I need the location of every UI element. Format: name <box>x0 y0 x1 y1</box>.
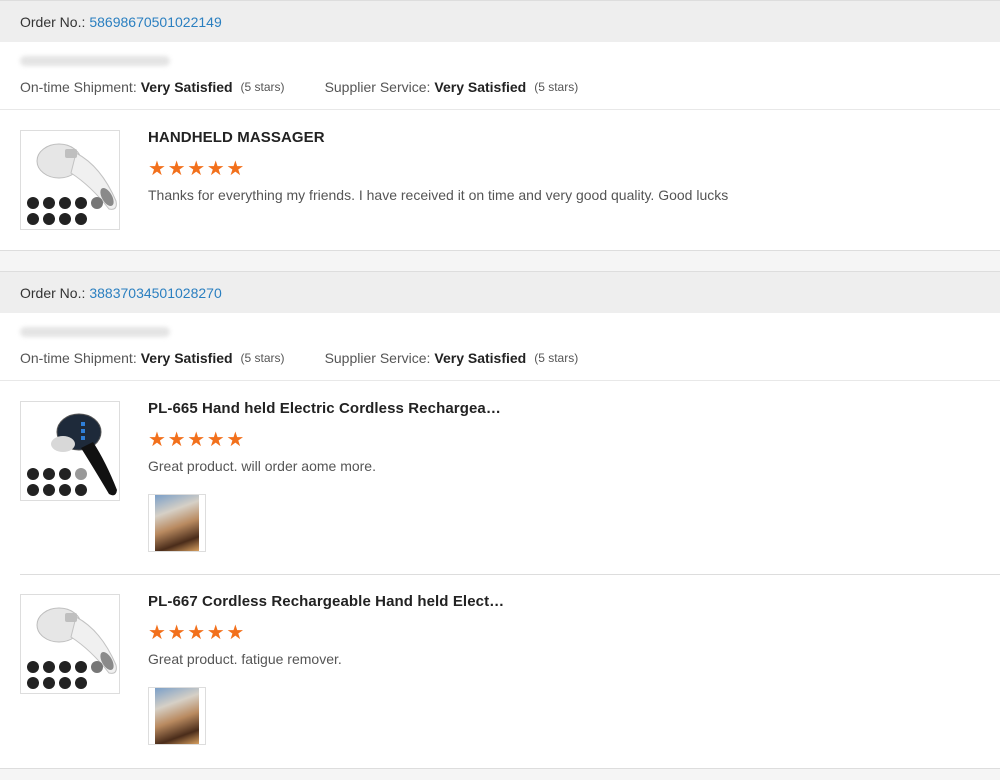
review-body: PL-665 Hand held Electric Cordless Recha… <box>148 401 501 574</box>
star-rating: ★ ★ ★ ★ ★ <box>148 429 501 451</box>
photo-image <box>155 688 199 744</box>
review-comment: Great product. will order aome more. <box>148 458 376 474</box>
black-massager-icon <box>27 413 117 496</box>
star-icon: ★ <box>187 158 206 180</box>
review-item: HANDHELD MASSAGER ★ ★ ★ ★ ★ Thanks for every… <box>0 110 1000 250</box>
review-item: PL-667 Cordless Rechargeable Hand held E… <box>0 574 1000 768</box>
product-title[interactable]: PL-665 Hand held Electric Cordless Recha… <box>148 401 501 421</box>
service-rating: Supplier Service: Very Satisfied (5 star… <box>325 350 579 366</box>
star-icon: ★ <box>167 622 186 644</box>
star-icon: ★ <box>167 429 186 451</box>
shipment-label: On-time Shipment: <box>20 78 137 95</box>
product-thumbnail[interactable] <box>20 130 120 230</box>
order-header: Order No.: 58698670501022149 <box>0 1 1000 42</box>
order-label: Order No.: <box>20 13 86 30</box>
order-ratings: On-time Shipment: Very Satisfied (5 star… <box>0 64 1000 110</box>
star-icon: ★ <box>148 622 166 644</box>
service-label: Supplier Service: <box>324 349 431 366</box>
review-comment: Thanks for everything my friends. I have… <box>148 187 729 203</box>
star-icon: ★ <box>187 429 206 451</box>
star-icon: ★ <box>187 622 206 644</box>
service-rating: Supplier Service: Very Satisfied (5 star… <box>325 79 579 95</box>
shipment-value: Very Satisfied <box>140 78 233 95</box>
product-thumbnail[interactable] <box>20 594 120 694</box>
order-ratings: On-time Shipment: Very Satisfied (5 star… <box>0 335 1000 381</box>
review-item: PL-665 Hand held Electric Cordless Recha… <box>0 381 1000 574</box>
review-body: PL-667 Cordless Rechargeable Hand held E… <box>148 594 504 768</box>
product-title[interactable]: HANDHELD MASSAGER <box>148 130 728 150</box>
review-photo[interactable] <box>148 687 206 745</box>
service-value: Very Satisfied <box>434 78 527 95</box>
shipment-label: On-time Shipment: <box>20 349 137 366</box>
product-thumbnail[interactable] <box>20 401 120 501</box>
star-icon: ★ <box>226 622 245 644</box>
shipment-rating: On-time Shipment: Very Satisfied (5 star… <box>20 350 285 366</box>
order-label: Order No.: <box>20 284 86 301</box>
shipment-value: Very Satisfied <box>140 349 233 366</box>
order-number-link[interactable]: 38837034501028270 <box>89 285 221 301</box>
star-icon: ★ <box>206 429 225 451</box>
review-body: HANDHELD MASSAGER ★ ★ ★ ★ ★ Thanks for every… <box>148 130 728 250</box>
shipment-stars: (5 stars) <box>240 350 285 365</box>
photo-image <box>155 495 199 551</box>
star-rating: ★ ★ ★ ★ ★ <box>148 158 728 180</box>
white-massager-icon <box>27 143 117 225</box>
star-icon: ★ <box>148 158 166 180</box>
order-header: Order No.: 38837034501028270 <box>0 272 1000 313</box>
star-icon: ★ <box>148 429 166 451</box>
order-card: Order No.: 58698670501022149 On-time Shi… <box>0 0 1000 251</box>
star-icon: ★ <box>226 429 245 451</box>
star-rating: ★ ★ ★ ★ ★ <box>148 622 504 644</box>
buyer-name-blurred <box>0 42 1000 66</box>
star-icon: ★ <box>206 158 225 180</box>
review-photo[interactable] <box>148 494 206 552</box>
review-comment: Great product. fatigue remover. <box>148 651 342 667</box>
service-stars: (5 stars) <box>534 350 579 365</box>
white-massager-icon <box>27 607 117 689</box>
order-number-link[interactable]: 58698670501022149 <box>89 14 221 30</box>
service-label: Supplier Service: <box>324 78 431 95</box>
service-value: Very Satisfied <box>434 349 527 366</box>
shipment-rating: On-time Shipment: Very Satisfied (5 star… <box>20 79 285 95</box>
product-title[interactable]: PL-667 Cordless Rechargeable Hand held E… <box>148 594 504 614</box>
order-card: Order No.: 38837034501028270 On-time Shi… <box>0 271 1000 769</box>
shipment-stars: (5 stars) <box>240 79 285 94</box>
service-stars: (5 stars) <box>534 79 579 94</box>
star-icon: ★ <box>226 158 245 180</box>
star-icon: ★ <box>206 622 225 644</box>
buyer-name-blurred <box>0 313 1000 337</box>
star-icon: ★ <box>167 158 186 180</box>
